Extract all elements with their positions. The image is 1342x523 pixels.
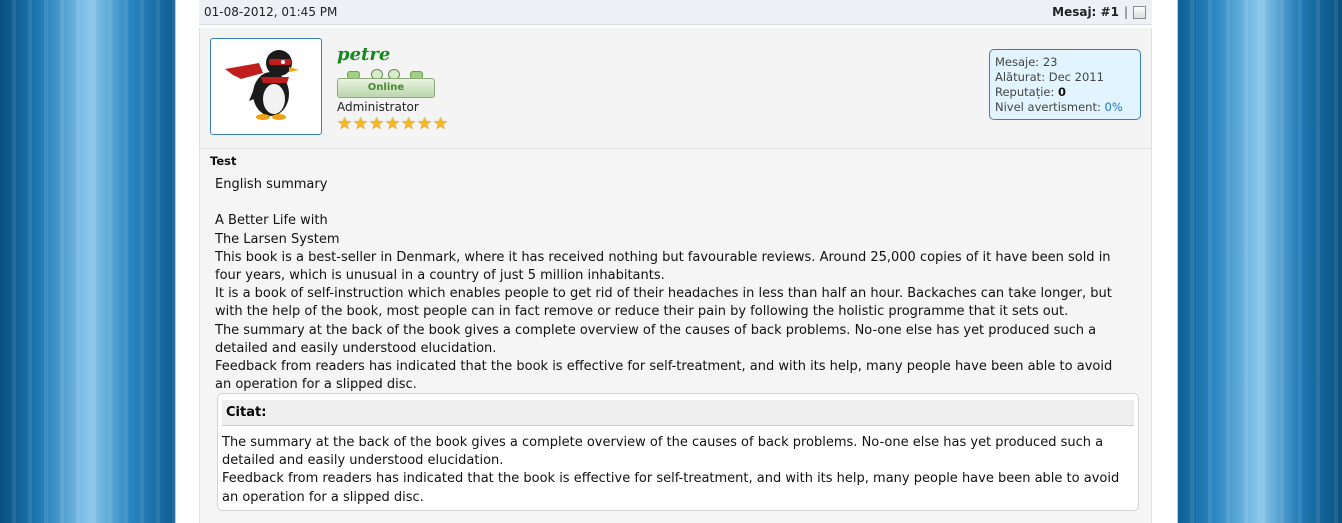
post-paragraph: This book is a best-seller in Denmark, w… [215, 249, 1111, 284]
rank-stars: ★ ★ ★ ★ ★ ★ ★ [337, 116, 449, 133]
star-icon: ★ [417, 114, 433, 134]
quote-paragraph: Feedback from readers has indicated that… [222, 471, 1120, 505]
avatar[interactable] [210, 38, 322, 135]
post-paragraph: The summary at the back of the book give… [215, 322, 1097, 356]
stat-warning-level: Nivel avertisment: 0% [995, 100, 1123, 114]
quote-body: The summary at the back of the book give… [222, 434, 1134, 507]
stat-reputation: Reputație: 0 [995, 85, 1067, 99]
post-select-checkbox[interactable] [1133, 5, 1146, 19]
online-status-label: Online [337, 78, 435, 98]
post-header: 01-08-2012, 01:45 PM Mesaj: #1 | [199, 0, 1152, 25]
stat-posts: Mesaje: 23 [995, 55, 1058, 69]
post-number-link[interactable]: Mesaj: #1 [1052, 5, 1119, 19]
username-link[interactable]: petre [337, 44, 390, 65]
post-title: Test [210, 154, 237, 168]
user-title: Administrator [337, 100, 419, 114]
post-date: 01-08-2012, 01:45 PM [204, 5, 338, 19]
post-paragraph: Feedback from readers has indicated that… [215, 359, 1113, 393]
user-stats-box: Mesaje: 23 Alăturat: Dec 2011 Reputație:… [989, 49, 1141, 120]
background-left [0, 0, 175, 523]
separator: | [1123, 5, 1128, 19]
star-icon: ★ [353, 114, 369, 134]
forum-post: 01-08-2012, 01:45 PM Mesaj: #1 | petre O… [199, 0, 1152, 523]
star-icon: ★ [337, 114, 353, 134]
post-body: English summary A Better Life with The L… [215, 176, 1130, 394]
post-paragraph: English summary [215, 177, 328, 192]
page-container: 01-08-2012, 01:45 PM Mesaj: #1 | petre O… [175, 0, 1178, 523]
star-icon: ★ [401, 114, 417, 134]
user-info-bar: petre Online Administrator ★ ★ ★ ★ ★ ★ ★ Mesaj… [199, 28, 1152, 149]
post-paragraph [215, 194, 1130, 212]
post-paragraph: The Larsen System [215, 231, 340, 247]
post-paragraph: A Better Life with [215, 213, 328, 229]
star-icon: ★ [369, 114, 385, 134]
post-paragraph: It is a book of self-instruction which e… [215, 286, 1112, 320]
warning-level-link[interactable]: 0% [1105, 100, 1123, 114]
quote-block: Citat: The summary at the back of the bo… [217, 393, 1139, 511]
quote-paragraph: The summary at the back of the book give… [222, 435, 1104, 469]
online-status-badge: Online [337, 68, 435, 98]
star-icon: ★ [433, 114, 449, 134]
stat-joined: Alăturat: Dec 2011 [995, 70, 1104, 84]
background-right [1176, 0, 1342, 523]
quote-label: Citat: [222, 400, 1134, 426]
penguin-avatar-icon [225, 50, 299, 120]
star-icon: ★ [385, 114, 401, 134]
post-content: Test English summary A Better Life with … [199, 148, 1152, 523]
post-meta: Mesaj: #1 | [1052, 5, 1146, 19]
